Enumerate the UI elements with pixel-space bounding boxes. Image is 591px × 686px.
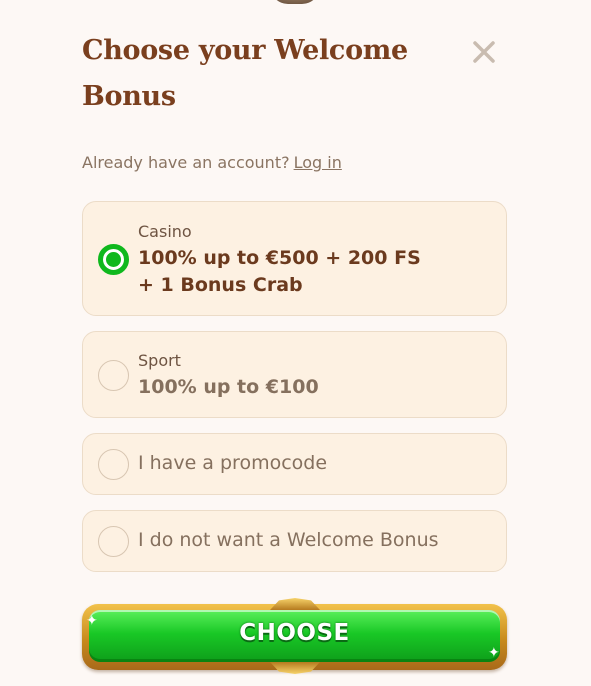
bonus-option-casino[interactable]: Casino 100% up to €500 + 200 FS + 1 Bonu… <box>82 201 507 316</box>
option-description: 100% up to €500 + 200 FS + 1 Bonus Crab <box>138 247 421 296</box>
bonus-option-promocode[interactable]: I have a promocode <box>82 433 507 495</box>
bonus-option-sport[interactable]: Sport 100% up to €100 <box>82 331 507 418</box>
close-icon <box>473 41 495 63</box>
radio-icon[interactable] <box>98 360 129 391</box>
login-link[interactable]: Log in <box>294 153 342 172</box>
account-prompt: Already have an account? Log in <box>82 153 342 172</box>
option-label: I do not want a Welcome Bonus <box>138 529 439 551</box>
radio-selected-icon[interactable] <box>98 244 129 275</box>
option-category: Sport <box>138 351 181 370</box>
sparkle-icon: ✦ <box>488 645 500 661</box>
modal-title: Choose your Welcome Bonus <box>82 35 408 112</box>
bottom-gem-ornament <box>270 662 320 674</box>
bonus-option-none[interactable]: I do not want a Welcome Bonus <box>82 510 507 572</box>
option-label: I have a promocode <box>138 452 328 474</box>
radio-icon[interactable] <box>98 449 129 480</box>
account-prompt-text: Already have an account? <box>82 153 290 172</box>
top-ornament <box>270 0 320 4</box>
close-button[interactable] <box>468 36 500 68</box>
choose-button[interactable]: ✦ ✦ CHOOSE <box>82 598 507 670</box>
option-description: 100% up to €100 <box>138 376 319 398</box>
top-gem-ornament <box>270 598 320 610</box>
choose-button-label: CHOOSE <box>239 620 350 646</box>
radio-icon[interactable] <box>98 526 129 557</box>
option-category: Casino <box>138 222 192 241</box>
